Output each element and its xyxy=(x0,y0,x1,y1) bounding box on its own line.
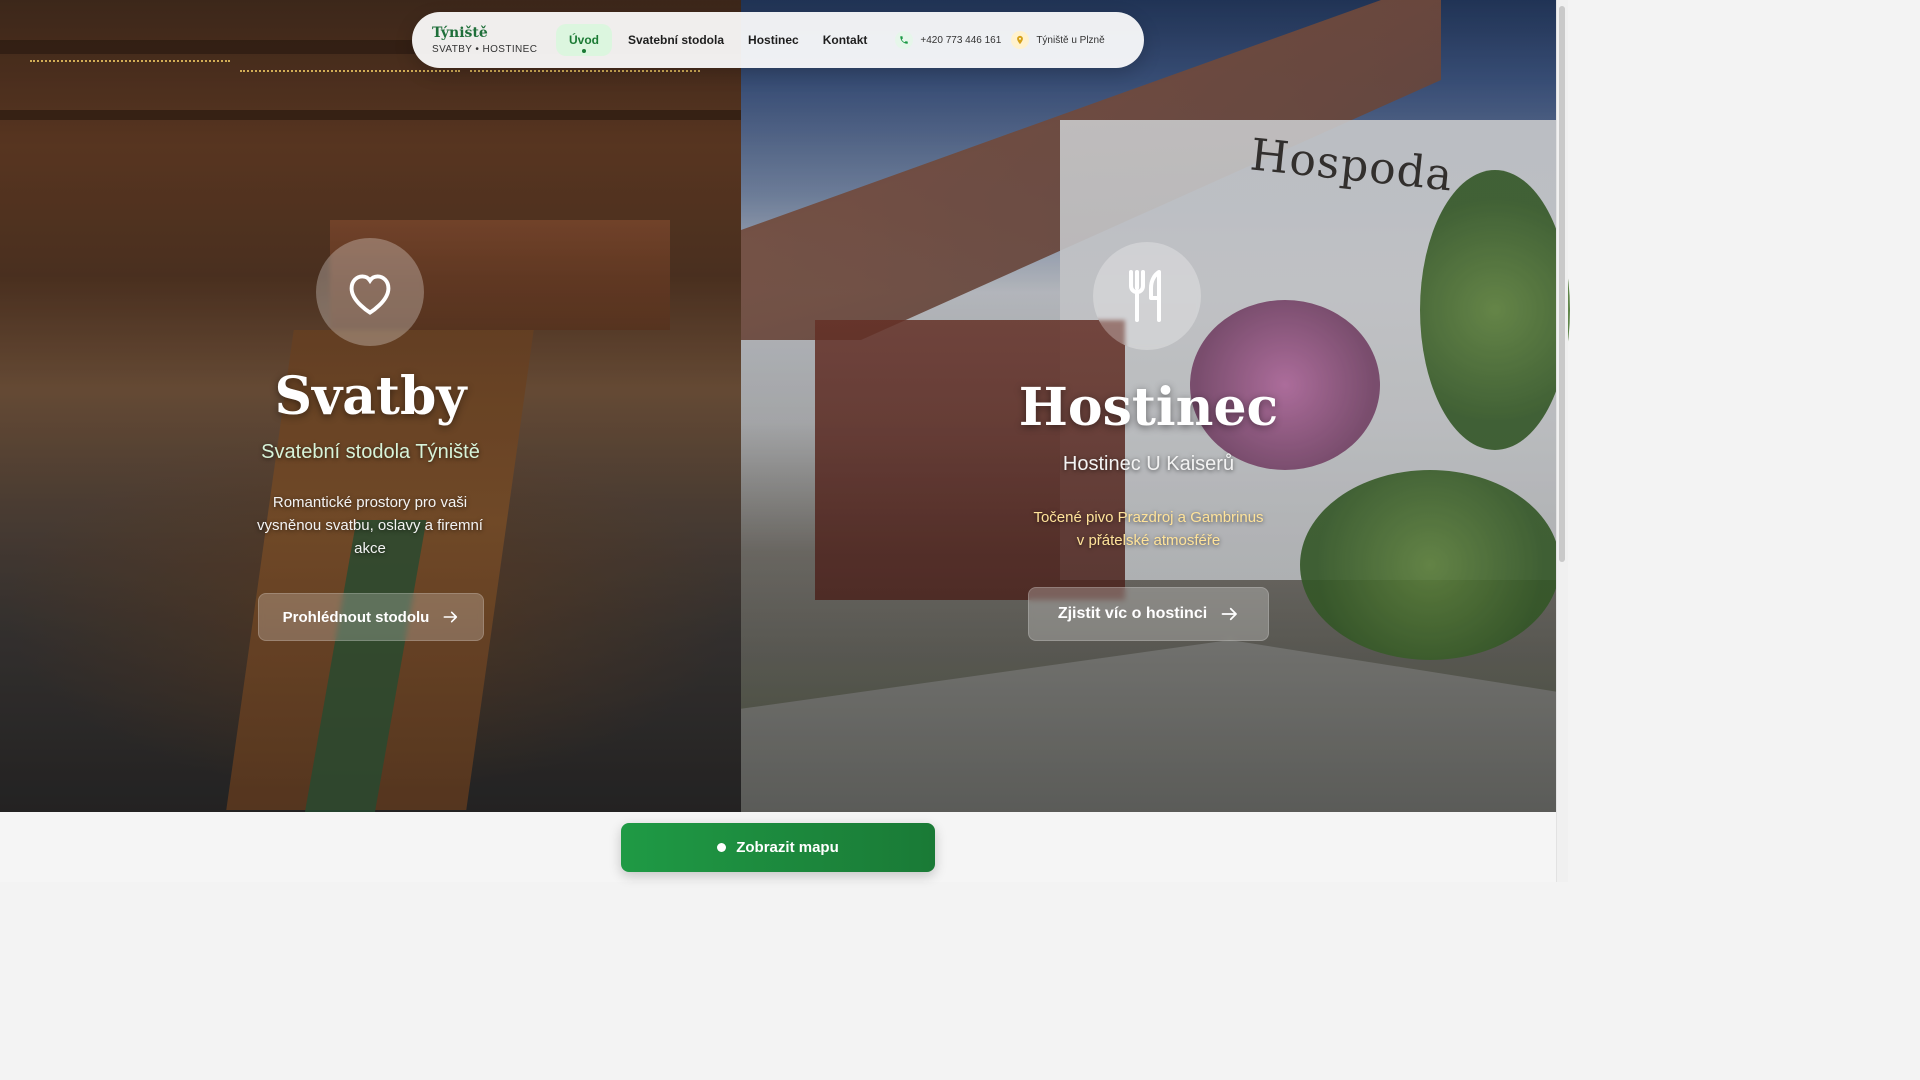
view-barn-button[interactable]: Prohlédnout stodolu xyxy=(258,593,484,641)
weddings-description: Romantické prostory pro vaši vysněnou sv… xyxy=(257,494,483,557)
pub-title: Hostinec xyxy=(1018,377,1279,438)
location-text: Týniště u Plzně xyxy=(1036,34,1105,46)
nav-item-uvod[interactable]: Úvod xyxy=(556,24,612,56)
dot-icon xyxy=(717,843,727,852)
heart-icon-badge xyxy=(316,238,424,346)
show-map-button[interactable]: Zobrazit mapu xyxy=(621,823,935,872)
location-contact[interactable]: Týniště u Plzně xyxy=(1011,31,1105,49)
brand-logo[interactable]: Týniště SVATBY • HOSTINEC xyxy=(432,25,556,55)
weddings-title: Svatby xyxy=(274,366,467,427)
nav-contacts: +420 773 446 161 Týniště u Plzně xyxy=(895,31,1105,49)
heart-icon xyxy=(349,274,391,315)
arrow-right-icon xyxy=(443,611,458,623)
pub-subtitle: Hostinec U Kaiserů xyxy=(1062,453,1235,475)
top-navbar: Týniště SVATBY • HOSTINEC Úvod Svatební … xyxy=(412,12,1144,68)
phone-contact[interactable]: +420 773 446 161 xyxy=(895,31,1001,49)
weddings-subtitle: Svatební stodola Týniště xyxy=(261,441,480,463)
scrollbar-thumb[interactable] xyxy=(1559,6,1565,562)
learn-more-pub-button[interactable]: Zjistit víc o hostinci xyxy=(1028,587,1269,641)
fork-knife-icon-badge xyxy=(1093,242,1201,350)
nav-item-svatebni-stodola[interactable]: Svatební stodola xyxy=(620,24,732,56)
brand-name: Týniště xyxy=(432,25,488,41)
nav-menu: Úvod Svatební stodola Hostinec Kontakt xyxy=(556,24,875,56)
fork-knife-icon xyxy=(1129,270,1161,322)
location-pin-icon xyxy=(1011,31,1030,49)
nav-item-hostinec[interactable]: Hostinec xyxy=(740,24,807,56)
page-scrollbar[interactable] xyxy=(1556,0,1568,882)
nav-item-kontakt[interactable]: Kontakt xyxy=(815,24,876,56)
pub-description: Točené pivo Prazdroj a Gambrinus v přáte… xyxy=(1033,509,1264,549)
phone-number: +420 773 446 161 xyxy=(920,34,1002,46)
brand-tagline: SVATBY • HOSTINEC xyxy=(432,44,538,55)
phone-icon xyxy=(895,31,914,49)
arrow-right-icon xyxy=(1221,607,1238,621)
